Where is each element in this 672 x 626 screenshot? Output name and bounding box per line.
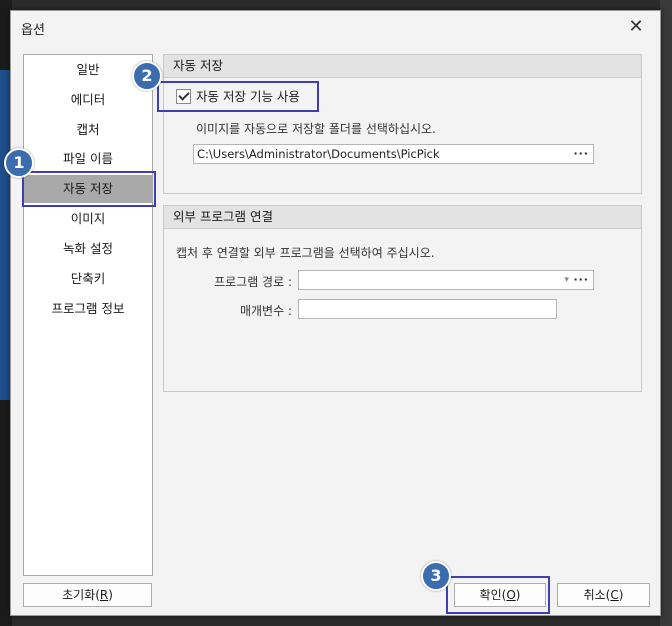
browse-folder-button[interactable]: ··· <box>573 145 589 163</box>
ok-button[interactable]: 확인(O) <box>454 583 546 607</box>
chevron-down-icon[interactable]: ▾ <box>564 271 569 289</box>
cancel-label-suffix: ) <box>618 588 624 602</box>
nav-item-editor[interactable]: 에디터 <box>24 86 152 114</box>
reset-mnemonic: R <box>99 588 109 602</box>
step-badge-1: 1 <box>4 148 34 178</box>
nav-item-capture[interactable]: 캡처 <box>24 116 152 144</box>
autosave-folder-field[interactable]: C:\Users\Administrator\Documents\PicPick… <box>193 144 594 164</box>
cancel-label-prefix: 취소( <box>583 588 611 602</box>
cancel-button[interactable]: 취소(C) <box>557 583 650 607</box>
nav-item-about[interactable]: 프로그램 정보 <box>24 295 152 323</box>
dialog-title: 옵션 <box>21 23 45 38</box>
nav-item-shortcuts[interactable]: 단축키 <box>24 265 152 293</box>
nav-item-image[interactable]: 이미지 <box>24 205 152 233</box>
reset-label-prefix: 초기화( <box>62 588 100 602</box>
cancel-mnemonic: C <box>610 588 619 602</box>
external-program-panel: 외부 프로그램 연결 캡처 후 연결할 외부 프로그램을 선택하여 주십시오. … <box>163 205 642 392</box>
autosave-folder-path: C:\Users\Administrator\Documents\PicPick <box>197 147 440 161</box>
external-program-header: 외부 프로그램 연결 <box>164 206 641 229</box>
nav-item-recording[interactable]: 녹화 설정 <box>24 235 152 263</box>
program-path-combobox[interactable]: ▾ ··· <box>298 270 594 290</box>
params-label: 매개변수 : <box>239 304 292 318</box>
autosave-checkbox[interactable]: 자동 저장 기능 사용 <box>176 88 300 106</box>
reset-button[interactable]: 초기화(R) <box>23 583 152 607</box>
ok-label-suffix: ) <box>515 588 521 602</box>
checkbox-checked-icon[interactable] <box>176 89 191 104</box>
close-icon[interactable]: ✕ <box>622 15 650 39</box>
ok-label-prefix: 확인( <box>479 588 507 602</box>
reset-label-suffix: ) <box>108 588 113 602</box>
browse-program-button[interactable]: ··· <box>573 271 589 289</box>
autosave-hint: 이미지를 자동으로 저장할 폴더를 선택하십시오. <box>196 122 436 136</box>
autosave-header: 자동 저장 <box>164 55 641 78</box>
step-badge-2: 2 <box>132 61 162 91</box>
nav-item-file-name[interactable]: 파일 이름 <box>24 145 152 173</box>
background-window-edge <box>0 70 10 400</box>
external-program-hint: 캡처 후 연결할 외부 프로그램을 선택하여 주십시오. <box>176 246 435 260</box>
options-dialog: 옵션 ✕ 일반 에디터 캡처 파일 이름 자동 저장 이미지 녹화 설정 단축키… <box>10 10 661 616</box>
options-nav: 일반 에디터 캡처 파일 이름 자동 저장 이미지 녹화 설정 단축키 프로그램… <box>23 54 153 576</box>
params-input[interactable] <box>298 299 557 319</box>
autosave-panel: 자동 저장 자동 저장 기능 사용 이미지를 자동으로 저장할 폴더를 선택하십… <box>163 54 642 194</box>
ok-mnemonic: O <box>506 588 516 602</box>
autosave-checkbox-label: 자동 저장 기능 사용 <box>196 89 300 104</box>
step-badge-3: 3 <box>421 561 451 591</box>
background-right <box>660 0 672 626</box>
nav-item-auto-save[interactable]: 자동 저장 <box>24 175 152 203</box>
program-path-label: 프로그램 경로 : <box>214 275 292 289</box>
